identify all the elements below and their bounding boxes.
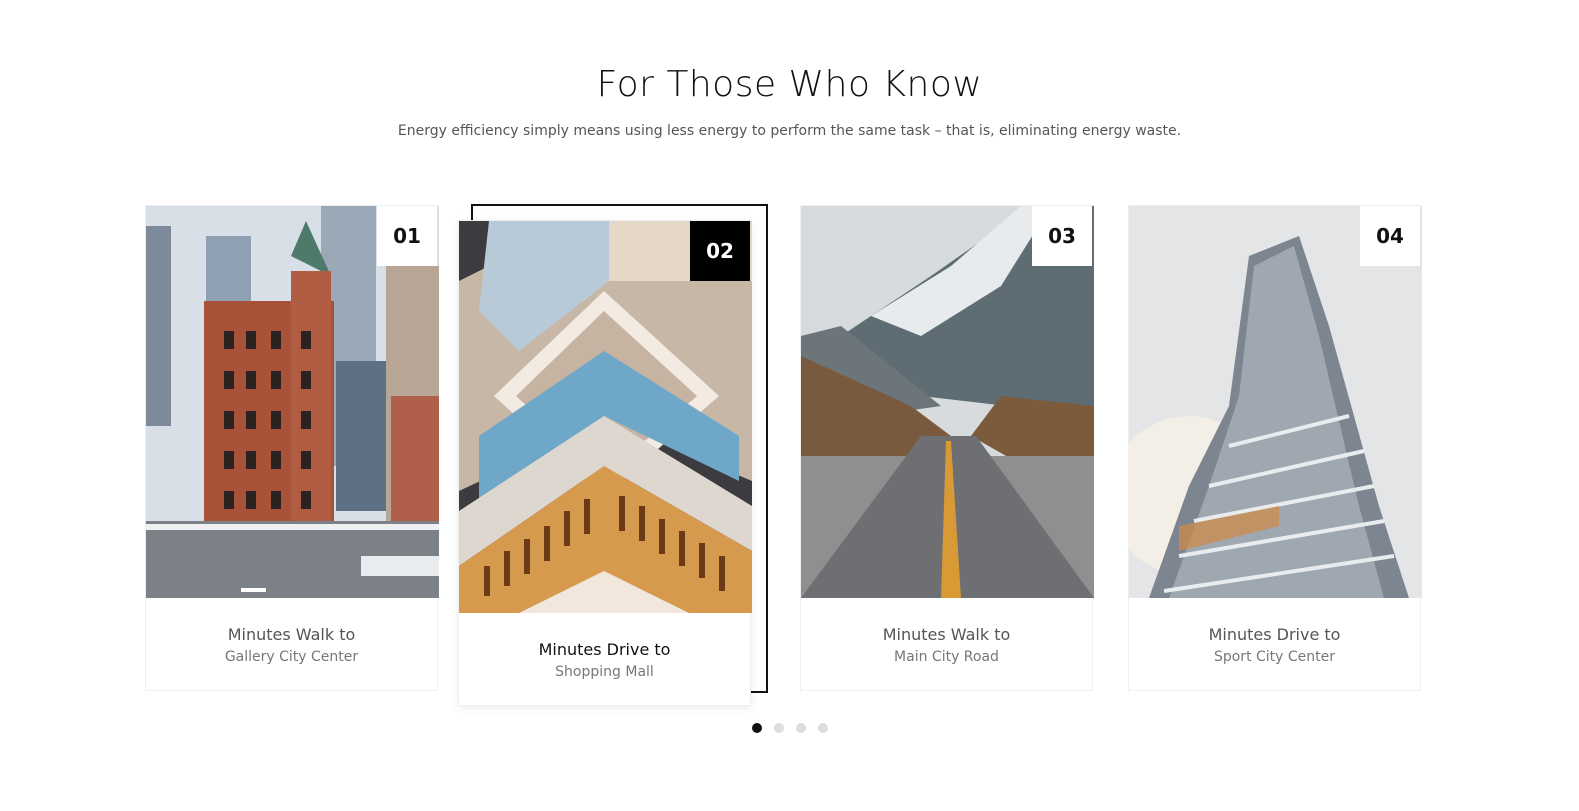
pagination-dot-1[interactable] bbox=[751, 723, 762, 733]
card-number: 04 bbox=[1360, 206, 1420, 266]
card-subtitle: Sport City Center bbox=[1213, 649, 1336, 665]
card-title: Minutes Walk to bbox=[882, 625, 1011, 644]
pagination-dot-2[interactable] bbox=[773, 723, 784, 733]
card-subtitle: Main City Road bbox=[894, 649, 999, 665]
pagination-dot-3[interactable] bbox=[795, 723, 806, 733]
card-subtitle: Gallery City Center bbox=[224, 649, 359, 665]
location-card-3[interactable]: 03 Minutes Walk to Main City Road bbox=[800, 205, 1094, 691]
location-card-1[interactable]: 01 Minutes Walk to Gallery City Center bbox=[145, 205, 439, 691]
card-number: 01 bbox=[377, 206, 437, 266]
carousel-pagination bbox=[0, 723, 1579, 733]
section-title: For Those Who Know bbox=[596, 64, 983, 105]
pagination-dot-4[interactable] bbox=[817, 723, 828, 733]
card-number: 02 bbox=[690, 221, 750, 281]
card-number: 03 bbox=[1032, 206, 1092, 266]
card-title: Minutes Walk to bbox=[227, 625, 356, 644]
section-subtitle: Energy efficiency simply means using les… bbox=[397, 123, 1182, 139]
location-card-2[interactable]: 02 Minutes Drive to Shopping Mall bbox=[458, 220, 752, 706]
card-subtitle: Shopping Mall bbox=[555, 664, 654, 680]
card-title: Minutes Drive to bbox=[538, 640, 671, 659]
card-title: Minutes Drive to bbox=[1208, 625, 1341, 644]
location-card-4[interactable]: 04 Minutes Drive to Sport City Center bbox=[1128, 205, 1422, 691]
